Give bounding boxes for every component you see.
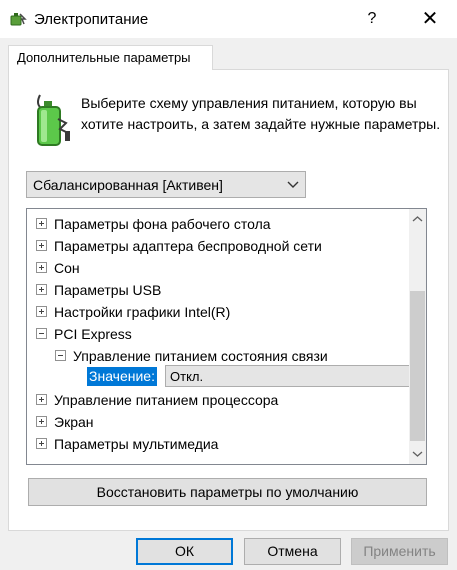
tree-item-processor-power[interactable]: Управление питанием процессора: [36, 389, 278, 411]
tree-item-label: PCI Express: [54, 326, 132, 342]
value-label: Значение:: [87, 367, 157, 386]
help-button[interactable]: ?: [349, 0, 395, 38]
collapse-icon[interactable]: [36, 327, 47, 339]
tree-item-label: Параметры USB: [54, 282, 162, 298]
tree-item-label: Параметры фона рабочего стола: [54, 216, 271, 232]
tree-item-label: Настройки графики Intel(R): [54, 304, 231, 320]
tree-item-multimedia[interactable]: Параметры мультимедиа: [36, 433, 218, 455]
tree-item-label: Сон: [54, 260, 80, 276]
tree-item-display[interactable]: Экран: [36, 411, 94, 433]
battery-icon: [37, 94, 70, 146]
cancel-button[interactable]: Отмена: [244, 538, 341, 565]
tree-item-pci-express[interactable]: PCI Express: [36, 323, 132, 345]
settings-tree[interactable]: Параметры фона рабочего стола Параметры …: [26, 208, 427, 465]
scroll-thumb[interactable]: [410, 291, 425, 441]
tree-item-label: Управление питанием процессора: [54, 392, 279, 408]
window-title: Электропитание: [34, 11, 149, 28]
tree-item-intel-graphics[interactable]: Настройки графики Intel(R): [36, 301, 230, 323]
scroll-down-icon[interactable]: [412, 450, 423, 458]
expand-icon[interactable]: [36, 393, 47, 405]
tree-item-label: Параметры адаптера беспроводной сети: [54, 238, 322, 254]
tree-item-label: Управление питанием состояния связи: [73, 348, 328, 364]
title-bar: Электропитание ? ✕: [0, 0, 457, 38]
expand-icon[interactable]: [36, 305, 47, 317]
setting-value-select[interactable]: Откл.: [165, 365, 426, 387]
tree-item-link-state-power[interactable]: Управление питанием состояния связи: [55, 345, 328, 367]
setting-value: Откл.: [170, 369, 204, 384]
expand-icon[interactable]: [36, 437, 47, 449]
scroll-up-icon[interactable]: [412, 215, 423, 223]
tree-item-label: Параметры мультимедиа: [54, 436, 219, 452]
tree-scrollbar[interactable]: [409, 209, 426, 464]
tab-label: Дополнительные параметры: [17, 50, 191, 65]
power-plan-select[interactable]: Сбалансированная [Активен]: [26, 171, 306, 198]
expand-icon[interactable]: [36, 261, 47, 273]
power-plan-value: Сбалансированная [Активен]: [33, 177, 223, 193]
expand-icon[interactable]: [36, 239, 47, 251]
close-button[interactable]: ✕: [407, 0, 453, 38]
apply-button[interactable]: Применить: [351, 538, 448, 565]
expand-icon[interactable]: [36, 415, 47, 427]
tree-item-wireless-adapter[interactable]: Параметры адаптера беспроводной сети: [36, 235, 322, 257]
restore-defaults-button[interactable]: Восстановить параметры по умолчанию: [28, 478, 427, 506]
tree-item-sleep[interactable]: Сон: [36, 257, 80, 279]
expand-icon[interactable]: [36, 217, 47, 229]
power-options-icon: [10, 13, 27, 26]
expand-icon[interactable]: [36, 283, 47, 295]
tree-item-desktop-background[interactable]: Параметры фона рабочего стола: [36, 213, 271, 235]
tree-item-label: Экран: [54, 414, 94, 430]
tab-advanced-settings[interactable]: Дополнительные параметры: [8, 45, 213, 70]
chevron-down-icon: [287, 181, 299, 188]
collapse-icon[interactable]: [55, 349, 66, 361]
tree-item-usb[interactable]: Параметры USB: [36, 279, 161, 301]
ok-button[interactable]: ОК: [136, 538, 233, 565]
intro-text: Выберите схему управления питанием, кото…: [81, 95, 441, 132]
